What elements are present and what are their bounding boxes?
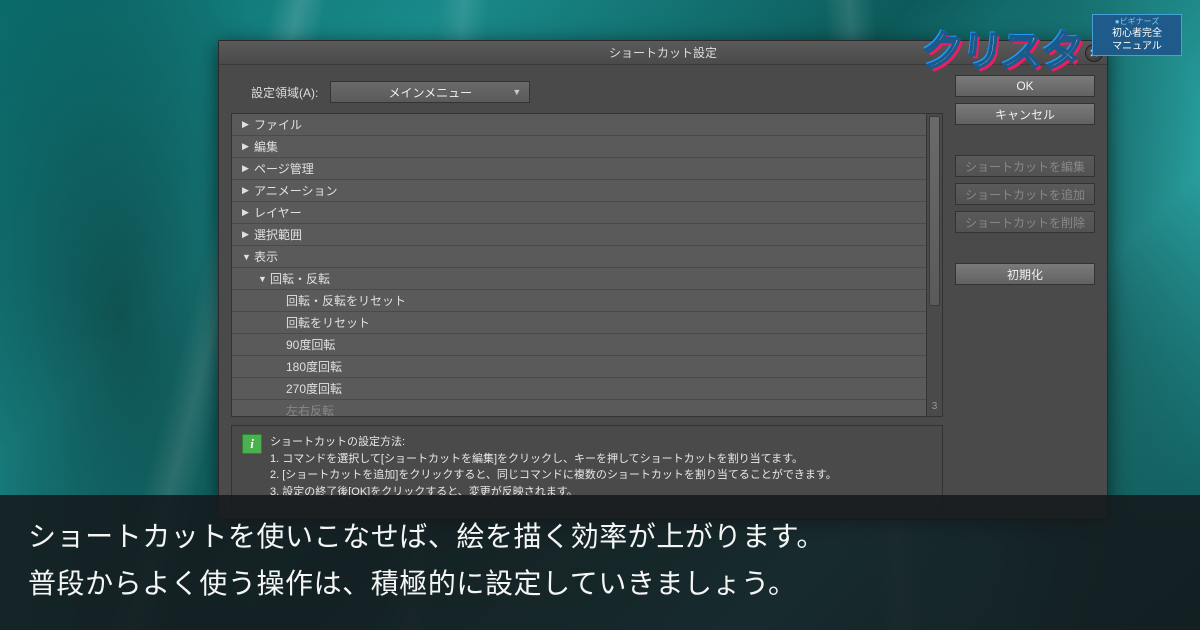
tree-item-label: 編集 xyxy=(254,138,278,155)
logo-text: クリスタ xyxy=(919,18,1085,79)
area-dropdown[interactable]: メインメニュー xyxy=(330,81,530,103)
tree-item-label: 回転をリセット xyxy=(286,314,370,331)
dialog-title: ショートカット設定 xyxy=(609,44,717,61)
chevron-down-icon[interactable]: ▼ xyxy=(242,252,252,262)
delete-shortcut-button[interactable]: ショートカットを削除 xyxy=(955,211,1095,233)
tree-item-label: 回転・反転 xyxy=(270,270,330,287)
logo-tag: ●ビギナーズ 初心者完全 マニュアル xyxy=(1092,14,1182,56)
tree-item[interactable]: 回転をリセット xyxy=(232,312,926,334)
dialog-body: 設定領域(A): メインメニュー ▶ファイル▶編集▶ページ管理▶アニメーション▶… xyxy=(219,65,1107,519)
scrollbar-page-indicator: 3 xyxy=(932,401,938,412)
tree-item[interactable]: ▶ファイル xyxy=(232,114,926,136)
tree-item-label: ページ管理 xyxy=(254,160,314,177)
add-shortcut-button[interactable]: ショートカットを追加 xyxy=(955,183,1095,205)
settings-area-row: 設定領域(A): メインメニュー xyxy=(231,75,943,113)
tree-item[interactable]: 90度回転 xyxy=(232,334,926,356)
caption-overlay: ショートカットを使いこなせば、絵を描く効率が上がります。 普段からよく使う操作は… xyxy=(0,495,1200,630)
tree-item[interactable]: 180度回転 xyxy=(232,356,926,378)
scrollbar-thumb[interactable] xyxy=(929,116,940,306)
tree-item-label: 270度回転 xyxy=(286,380,342,397)
tree-item[interactable]: ▶アニメーション xyxy=(232,180,926,202)
tree-item-label: レイヤー xyxy=(254,204,302,221)
tree-scroll[interactable]: ▶ファイル▶編集▶ページ管理▶アニメーション▶レイヤー▶選択範囲▼表示▼回転・反… xyxy=(232,114,926,416)
tree-item-label: 左右反転 xyxy=(286,402,334,416)
tree-item[interactable]: ▼回転・反転 xyxy=(232,268,926,290)
tree-item[interactable]: 270度回転 xyxy=(232,378,926,400)
command-tree: ▶ファイル▶編集▶ページ管理▶アニメーション▶レイヤー▶選択範囲▼表示▼回転・反… xyxy=(231,113,943,417)
tree-item-label: 180度回転 xyxy=(286,358,342,375)
initialize-button[interactable]: 初期化 xyxy=(955,263,1095,285)
tree-item[interactable]: 回転・反転をリセット xyxy=(232,290,926,312)
logo-tag-line2: マニュアル xyxy=(1112,41,1162,52)
tree-item[interactable]: ▶レイヤー xyxy=(232,202,926,224)
chevron-right-icon[interactable]: ▶ xyxy=(242,207,252,218)
tree-item[interactable]: ▶選択範囲 xyxy=(232,224,926,246)
shortcut-settings-dialog: ショートカット設定 ✕ 設定領域(A): メインメニュー ▶ファイル▶編集▶ペー… xyxy=(218,40,1108,520)
tree-item-label: 選択範囲 xyxy=(254,226,302,243)
chevron-right-icon[interactable]: ▶ xyxy=(242,141,252,152)
info-line: 2. [ショートカットを追加]をクリックすると、同じコマンドに複数のショートカッ… xyxy=(270,467,837,484)
left-panel: 設定領域(A): メインメニュー ▶ファイル▶編集▶ページ管理▶アニメーション▶… xyxy=(231,75,943,509)
chevron-right-icon[interactable]: ▶ xyxy=(242,163,252,174)
logo-tag-line1: 初心者完全 xyxy=(1112,28,1162,39)
chevron-right-icon[interactable]: ▶ xyxy=(242,229,252,240)
tree-item-label: ファイル xyxy=(254,116,302,133)
tree-item-label: 回転・反転をリセット xyxy=(286,292,406,309)
chevron-right-icon[interactable]: ▶ xyxy=(242,119,252,130)
dropdown-value: メインメニュー xyxy=(389,84,473,101)
logo-badge: クリスタ ●ビギナーズ 初心者完全 マニュアル xyxy=(922,14,1182,76)
info-line: 1. コマンドを選択して[ショートカットを編集]をクリックし、キーを押してショー… xyxy=(270,451,837,468)
tree-item-label: 表示 xyxy=(254,248,278,265)
caption-line2: 普段からよく使う操作は、積極的に設定していきましょう。 xyxy=(28,560,1172,608)
info-icon: i xyxy=(242,434,262,454)
caption-line1: ショートカットを使いこなせば、絵を描く効率が上がります。 xyxy=(28,513,1172,561)
edit-shortcut-button[interactable]: ショートカットを編集 xyxy=(955,155,1095,177)
tree-scrollbar[interactable]: 3 xyxy=(926,114,942,416)
right-panel: OK キャンセル ショートカットを編集 ショートカットを追加 ショートカットを削… xyxy=(943,75,1095,509)
cancel-button[interactable]: キャンセル xyxy=(955,103,1095,125)
tree-item[interactable]: 左右反転 xyxy=(232,400,926,416)
tree-item-label: アニメーション xyxy=(254,182,338,199)
info-title: ショートカットの設定方法: xyxy=(270,434,837,451)
chevron-right-icon[interactable]: ▶ xyxy=(242,185,252,196)
chevron-down-icon[interactable]: ▼ xyxy=(258,274,268,284)
tree-item-label: 90度回転 xyxy=(286,336,335,353)
logo-tag-small: ●ビギナーズ xyxy=(1097,17,1177,27)
area-label: 設定領域(A): xyxy=(251,84,318,101)
info-text: ショートカットの設定方法: 1. コマンドを選択して[ショートカットを編集]をク… xyxy=(270,434,837,500)
tree-item[interactable]: ▶編集 xyxy=(232,136,926,158)
tree-item[interactable]: ▶ページ管理 xyxy=(232,158,926,180)
tree-item[interactable]: ▼表示 xyxy=(232,246,926,268)
